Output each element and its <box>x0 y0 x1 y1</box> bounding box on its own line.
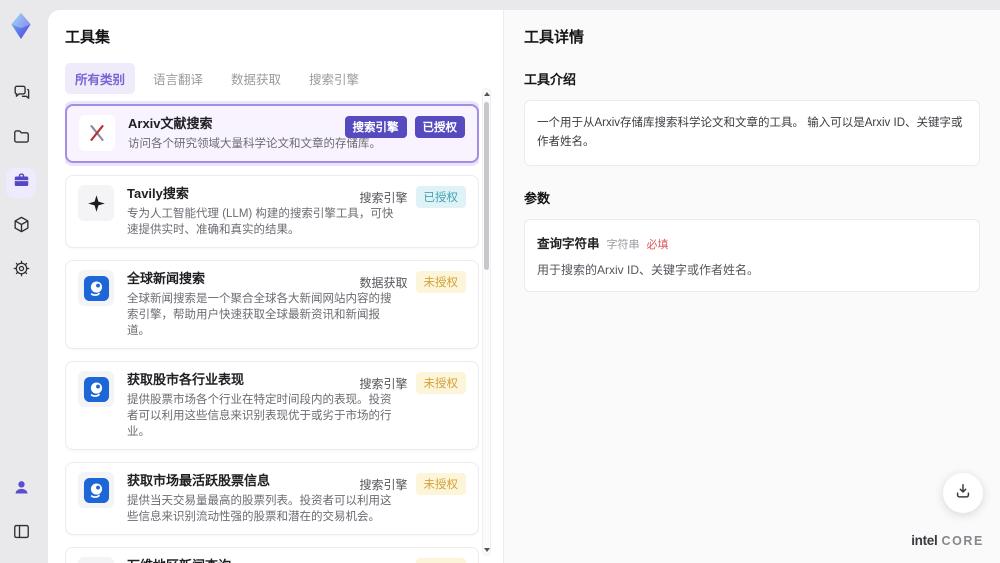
chat-icon <box>12 83 31 107</box>
tool-name: 全球新闻搜索 <box>127 271 206 286</box>
tab-language-translation[interactable]: 语言翻译 <box>143 63 213 94</box>
tool-card-global-news[interactable]: 全球新闻搜索 全球新闻搜索是一个聚合全球各大新闻网站内容的搜索引擎，帮助用户快速… <box>65 260 479 349</box>
app-sidebar <box>0 0 42 563</box>
tool-name: 获取市场最活跃股票信息 <box>127 473 271 488</box>
sidebar-nav <box>6 80 36 286</box>
category-badge: 搜索引擎 <box>359 376 408 391</box>
scroll-up-arrow-icon[interactable] <box>484 92 490 96</box>
auth-status-badge: 未授权 <box>415 558 466 563</box>
sidebar-item-chat[interactable] <box>6 80 36 110</box>
download-button[interactable] <box>943 473 983 513</box>
news-search-icon <box>78 270 114 306</box>
toolbox-icon <box>12 171 31 195</box>
tool-card-regional-news[interactable]: 万维地区新闻查询 查询具体行政区划内的新闻，快速了解各地新闻动 搜索引擎 未授权 <box>65 547 479 563</box>
app-window: 工具集 所有类别 语言翻译 数据获取 搜索引擎 Arxiv文献搜索 访问各个研究… <box>0 0 1000 563</box>
auth-status-badge: 未授权 <box>415 271 466 293</box>
sidebar-item-panel-toggle[interactable] <box>6 519 36 549</box>
tool-list-scrollbar[interactable] <box>482 88 491 556</box>
sidebar-item-settings[interactable] <box>6 256 36 286</box>
folder-icon <box>12 127 31 151</box>
tool-card-tavily[interactable]: Tavily搜索 专为人工智能代理 (LLM) 构建的搜索引擎工具，可快速提供实… <box>65 175 479 248</box>
tool-description: 提供股票市场各个行业在特定时间段内的表现。投资者可以利用这些信息来识别表现优于或… <box>127 394 392 438</box>
sidebar-item-tools[interactable] <box>6 168 36 198</box>
category-badge: 搜索引擎 <box>359 477 408 492</box>
sidebar-item-user[interactable] <box>6 475 36 505</box>
auth-status-badge: 未授权 <box>415 372 466 394</box>
sidebar-item-packages[interactable] <box>6 212 36 242</box>
tool-description: 提供当天交易量最高的股票列表。投资者可以利用这些信息来识别流动性强的股票和潜在的… <box>127 495 392 523</box>
app-logo[interactable] <box>7 12 35 40</box>
tool-description: 全球新闻搜索是一个聚合全球各大新闻网站内容的搜索引擎，帮助用户快速获取全球最新资… <box>127 293 392 337</box>
gem-logo-icon <box>11 12 31 40</box>
core-wordmark: CORE <box>941 534 984 548</box>
auth-status-badge: 已授权 <box>414 116 465 138</box>
tool-description: 访问各个研究领域大量科学论文和文章的存储库。 <box>128 138 381 150</box>
tool-description: 专为人工智能代理 (LLM) 构建的搜索引擎工具，可快速提供实时、准确和真实的结… <box>127 208 394 236</box>
tool-card-sector-performance[interactable]: 获取股市各行业表现 提供股票市场各个行业在特定时间段内的表现。投资者可以利用这些… <box>65 361 479 450</box>
intro-text: 一个用于从Arxiv存储库搜索科学论文和文章的工具。 输入可以是Arxiv ID… <box>537 117 963 148</box>
category-badge: 搜索引擎 <box>359 190 408 205</box>
toolset-pane: 工具集 所有类别 语言翻译 数据获取 搜索引擎 Arxiv文献搜索 访问各个研究… <box>48 10 503 563</box>
stock-sector-icon <box>78 371 114 407</box>
main-shell: 工具集 所有类别 语言翻译 数据获取 搜索引擎 Arxiv文献搜索 访问各个研究… <box>48 10 1000 563</box>
tavily-icon <box>78 185 114 221</box>
user-icon <box>12 478 31 502</box>
auth-status-badge: 已授权 <box>415 186 466 208</box>
tool-name: 获取股市各行业表现 <box>127 372 245 387</box>
tool-detail-pane: 工具详情 工具介绍 一个用于从Arxiv存储库搜索科学论文和文章的工具。 输入可… <box>503 10 1000 563</box>
param-required-flag: 必填 <box>646 238 669 251</box>
download-icon <box>953 481 973 506</box>
intel-core-logo: intel CORE <box>911 533 984 548</box>
category-badge: 搜索引擎 <box>344 116 407 138</box>
tool-name: Arxiv文献搜索 <box>128 116 213 131</box>
panel-toggle-icon <box>12 522 31 546</box>
params-heading: 参数 <box>524 190 551 206</box>
tool-card-active-stocks[interactable]: 获取市场最活跃股票信息 提供当天交易量最高的股票列表。投资者可以利用这些信息来识… <box>65 462 479 535</box>
tab-search-engine[interactable]: 搜索引擎 <box>299 63 369 94</box>
cube-icon <box>12 215 31 239</box>
param-description: 用于搜索的Arxiv ID、关键字或作者姓名。 <box>537 262 760 277</box>
auth-status-badge: 未授权 <box>415 473 466 495</box>
intro-heading: 工具介绍 <box>524 72 577 87</box>
toolset-title: 工具集 <box>65 29 111 46</box>
sidebar-bottom <box>6 475 36 549</box>
regional-news-icon <box>78 557 114 563</box>
tool-card-arxiv[interactable]: Arxiv文献搜索 访问各个研究领域大量科学论文和文章的存储库。 搜索引擎 已授… <box>65 104 479 163</box>
param-type: 字符串 <box>606 238 640 251</box>
category-badge: 数据获取 <box>359 275 408 290</box>
tool-name: 万维地区新闻查询 <box>127 557 380 563</box>
category-tabs: 所有类别 语言翻译 数据获取 搜索引擎 <box>65 63 503 94</box>
param-box: 查询字符串 字符串 必填 用于搜索的Arxiv ID、关键字或作者姓名。 <box>524 218 980 292</box>
tab-all-categories[interactable]: 所有类别 <box>65 63 136 94</box>
scrollbar-thumb[interactable] <box>484 102 489 270</box>
gear-icon <box>12 259 31 283</box>
scroll-down-arrow-icon[interactable] <box>484 548 490 552</box>
param-name: 查询字符串 <box>537 236 600 251</box>
sidebar-item-files[interactable] <box>6 124 36 154</box>
tool-list: Arxiv文献搜索 访问各个研究领域大量科学论文和文章的存储库。 搜索引擎 已授… <box>65 100 479 563</box>
active-stocks-icon <box>78 472 114 508</box>
intel-wordmark: intel <box>911 533 938 548</box>
tab-data-fetch[interactable]: 数据获取 <box>221 63 291 94</box>
tool-name: Tavily搜索 <box>127 186 189 201</box>
arxiv-icon <box>79 115 115 151</box>
intro-box: 一个用于从Arxiv存储库搜索科学论文和文章的工具。 输入可以是Arxiv ID… <box>524 100 980 166</box>
detail-title: 工具详情 <box>524 29 585 46</box>
